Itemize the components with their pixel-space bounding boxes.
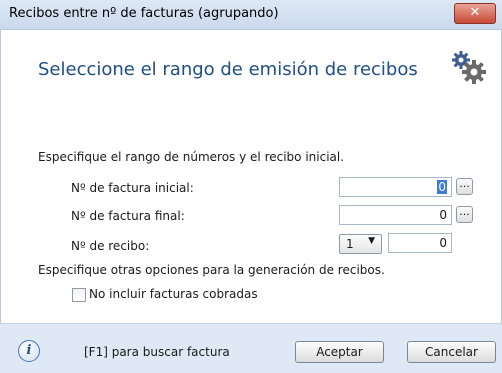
exclude-paid-label: No incluir facturas cobradas (89, 287, 258, 301)
page-title: Seleccione el rango de emisión de recibo… (38, 59, 418, 80)
receipt-series-value: 1 (346, 237, 354, 251)
accept-button[interactable]: Aceptar (295, 341, 384, 363)
range-section-label: Especifique el rango de números y el rec… (38, 150, 345, 164)
invoice-end-browse-button[interactable]: ... (456, 206, 473, 223)
info-icon: i (18, 340, 40, 362)
close-button[interactable]: ✕ (454, 3, 496, 24)
receipt-number-input[interactable]: 0 (388, 233, 452, 253)
receipt-series-select[interactable]: 1 ▼ (339, 234, 382, 254)
window-title: Recibos entre nº de facturas (agrupando) (9, 6, 279, 21)
dialog-body (0, 30, 502, 372)
exclude-paid-checkbox[interactable] (72, 288, 86, 302)
chevron-down-icon: ▼ (368, 236, 375, 246)
receipt-label: Nº de recibo: (71, 239, 150, 253)
invoice-start-label: Nº de factura inicial: (71, 181, 194, 195)
options-section-label: Especifique otras opciones para la gener… (38, 263, 385, 277)
invoice-start-input[interactable]: 0 (339, 177, 452, 197)
gear-icon (462, 60, 486, 84)
invoice-end-input[interactable]: 0 (339, 205, 452, 225)
cancel-button[interactable]: Cancelar (407, 341, 496, 363)
invoice-start-value: 0 (437, 180, 447, 194)
help-hint: [F1] para buscar factura (84, 345, 230, 359)
invoice-end-label: Nº de factura final: (71, 209, 185, 223)
title-bar: Recibos entre nº de facturas (agrupando)… (0, 0, 502, 30)
invoice-start-browse-button[interactable]: ... (456, 178, 473, 195)
